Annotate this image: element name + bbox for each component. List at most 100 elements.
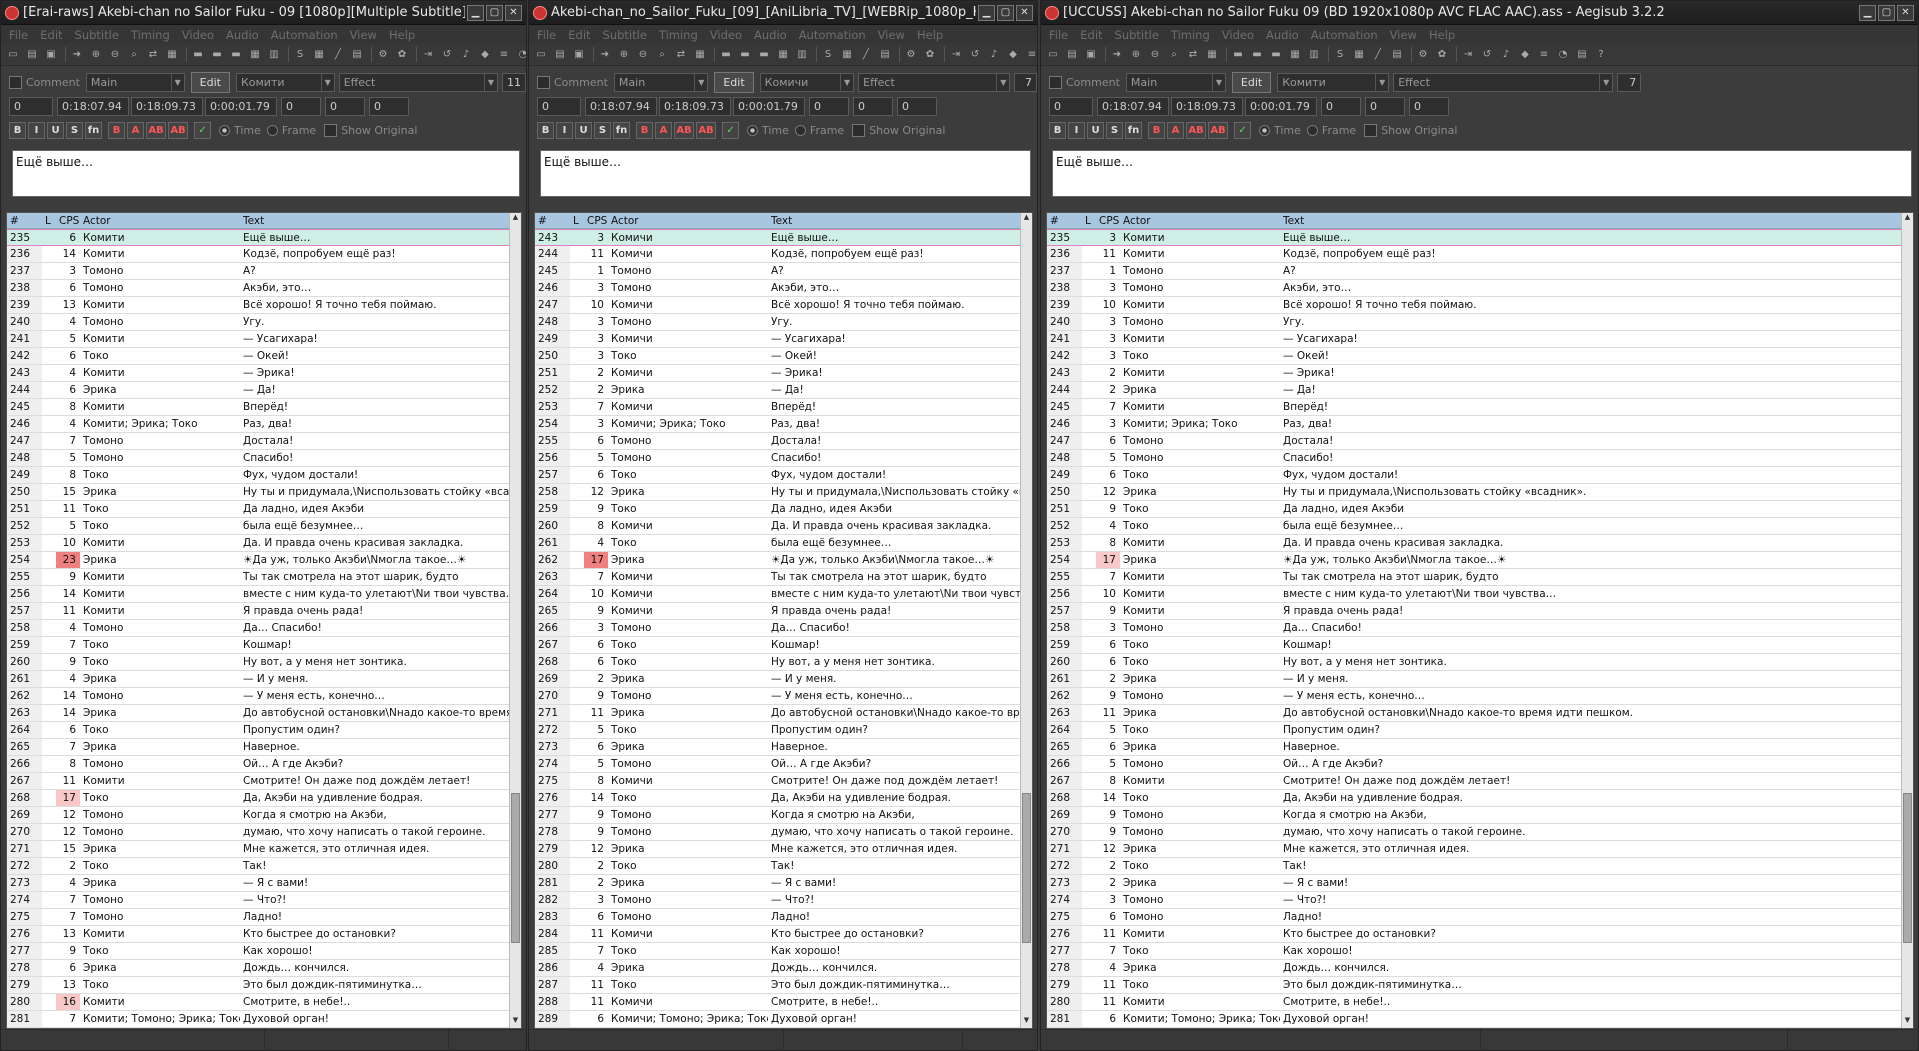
end-time-field[interactable]: 0:18:09.73	[131, 96, 203, 116]
table-row[interactable]: 242 6 Токо — Окей!	[7, 348, 521, 365]
table-row[interactable]: 245 8 Комити Вперёд!	[7, 399, 521, 416]
font-button[interactable]: fn	[1125, 121, 1142, 139]
zoom-out-icon[interactable]: ⊖	[635, 47, 651, 63]
header-layer[interactable]: L	[42, 213, 56, 228]
table-row[interactable]: 254 17 Эрика ☀Да уж, только Акэби\Nмогла та…	[1047, 552, 1913, 569]
video-icon[interactable]: ▦	[164, 47, 180, 63]
commit-button[interactable]: ✓	[194, 121, 211, 139]
scroll-down-icon[interactable]: ▼	[1021, 1016, 1032, 1028]
table-row[interactable]: 259 9 Токо Да ладно, идея Акэби	[535, 501, 1032, 518]
menu-file[interactable]: File	[1049, 28, 1068, 42]
save-icon[interactable]: ▣	[571, 47, 587, 63]
scroll-thumb[interactable]	[511, 793, 520, 943]
table-row[interactable]: 241 3 Комити — Усагихара!	[1047, 331, 1913, 348]
table-row[interactable]: 248 5 Томоно Спасибо!	[7, 450, 521, 467]
style-icon[interactable]: ▬	[190, 47, 206, 63]
table-row[interactable]: 244 2 Эрика — Да!	[1047, 382, 1913, 399]
table-row[interactable]: 248 5 Томоно Спасибо!	[1047, 450, 1913, 467]
header-num[interactable]: #	[1047, 213, 1082, 228]
table-row[interactable]: 276 14 Токо Да, Акэби на удивление бодрая.	[535, 790, 1032, 807]
table-row[interactable]: 277 7 Токо Как хорошо!	[1047, 943, 1913, 960]
maximize-button[interactable]: ▢	[486, 4, 503, 21]
table-row[interactable]: 255 7 Комити Ты так смотрела на этот шарик,…	[1047, 569, 1913, 586]
secondary-color-button[interactable]: A	[127, 121, 144, 139]
translation-icon[interactable]: ▤	[877, 47, 893, 63]
strikeout-button[interactable]: S	[66, 121, 83, 139]
margin-left-field[interactable]: 0	[281, 96, 321, 116]
menu-file[interactable]: File	[9, 28, 28, 42]
table-row[interactable]: 252 2 Эрика — Да!	[535, 382, 1032, 399]
spell-check-icon[interactable]: S	[1332, 47, 1348, 63]
table-row[interactable]: 242 3 Токо — Окей!	[1047, 348, 1913, 365]
menu-audio[interactable]: Audio	[1266, 28, 1299, 42]
margin-left-field[interactable]: 0	[1321, 96, 1361, 116]
table-row[interactable]: 281 6 Комити; Томоно; Эрика; Токо Духовой о…	[1047, 1011, 1913, 1028]
help-icon[interactable]: ?	[1593, 47, 1609, 63]
header-cps[interactable]: CPS	[584, 213, 608, 228]
snap-icon[interactable]: ≡	[1536, 47, 1552, 63]
snap-icon[interactable]: ≡	[496, 47, 512, 63]
fonts-icon[interactable]: ▦	[1287, 47, 1303, 63]
time-radio[interactable]	[1259, 124, 1270, 136]
table-row[interactable]: 245 7 Комити Вперёд!	[1047, 399, 1913, 416]
header-num[interactable]: #	[535, 213, 570, 228]
table-row[interactable]: 270 9 Томоно думаю, что хочу написать о так…	[1047, 824, 1913, 841]
secondary-color-button[interactable]: A	[1167, 121, 1184, 139]
effect-combo[interactable]: Effect ▼	[338, 72, 498, 92]
automation-icon[interactable]: ⚙	[903, 47, 919, 63]
maximize-button[interactable]: ▢	[997, 4, 1014, 21]
style-combo[interactable]: Main ▼	[85, 72, 185, 92]
menu-video[interactable]: Video	[182, 28, 214, 42]
table-row[interactable]: 285 7 Токо Как хорошо!	[535, 943, 1032, 960]
snap-icon[interactable]: ≡	[1024, 47, 1037, 63]
table-row[interactable]: 262 14 Томоно — У меня есть, конечно…	[7, 688, 521, 705]
table-row[interactable]: 250 12 Эрика Ну ты и придумала,\Nиспользова…	[1047, 484, 1913, 501]
table-row[interactable]: 257 11 Комити Я правда очень рада!	[7, 603, 521, 620]
table-row[interactable]: 261 4 Эрика — И у меня.	[7, 671, 521, 688]
spell-check-icon[interactable]: S	[292, 47, 308, 63]
styles-manager-icon[interactable]: ▬	[1249, 47, 1265, 63]
table-row[interactable]: 243 4 Комити — Эрика!	[7, 365, 521, 382]
subtitle-grid[interactable]: # L CPS Actor Text 235 3 Комити Ещё выше… 236 11 Ко…	[1046, 212, 1914, 1029]
menu-timing[interactable]: Timing	[1171, 28, 1210, 42]
table-row[interactable]: 278 6 Эрика Дождь… кончился.	[7, 960, 521, 977]
table-row[interactable]: 249 3 Комичи — Усагихара!	[535, 331, 1032, 348]
open-file-icon[interactable]: ▤	[24, 47, 40, 63]
table-row[interactable]: 236 14 Комити Кодзё, попробуем ещё раз!	[7, 246, 521, 263]
table-row[interactable]: 239 13 Комити Всё хорошо! Я точно тебя пойм…	[7, 297, 521, 314]
table-row[interactable]: 252 4 Токо была ещё безумнее…	[1047, 518, 1913, 535]
show-original-checkbox[interactable]	[324, 123, 338, 137]
table-row[interactable]: 279 11 Токо Это был дождик-пятиминутка…	[1047, 977, 1913, 994]
scroll-thumb[interactable]	[1022, 793, 1031, 943]
menu-edit[interactable]: Edit	[568, 28, 590, 42]
resample-icon[interactable]: ╱	[1370, 47, 1386, 63]
minimize-button[interactable]: ▁	[1859, 4, 1876, 21]
outline-color-button[interactable]: AB	[674, 121, 694, 139]
style-icon[interactable]: ▬	[718, 47, 734, 63]
table-row[interactable]: 287 11 Токо Это был дождик-пятиминутка…	[535, 977, 1032, 994]
karaoke-icon[interactable]: ♪	[458, 47, 474, 63]
grid-scrollbar[interactable]: ▲ ▼	[509, 213, 521, 1028]
menu-automation[interactable]: Automation	[1311, 28, 1378, 42]
preferences-icon[interactable]: ▤	[1574, 47, 1590, 63]
table-row[interactable]: 255 6 Томоно Достала!	[535, 433, 1032, 450]
menu-subtitle[interactable]: Subtitle	[1115, 28, 1159, 42]
subtitle-grid[interactable]: # L CPS Actor Text 243 3 Комичи Ещё выше… 244 11 Ко…	[534, 212, 1033, 1029]
menu-edit[interactable]: Edit	[40, 28, 62, 42]
table-row[interactable]: 280 2 Токо Так!	[535, 858, 1032, 875]
table-row[interactable]: 268 17 Токо Да, Акэби на удивление бодрая.	[7, 790, 521, 807]
table-row[interactable]: 281 7 Комити; Томоно; Эрика; Токо Духовой о…	[7, 1011, 521, 1028]
table-row[interactable]: 277 9 Токо Как хорошо!	[7, 943, 521, 960]
table-row[interactable]: 265 6 Эрика Наверное.	[1047, 739, 1913, 756]
menu-subtitle[interactable]: Subtitle	[75, 28, 119, 42]
replace-icon[interactable]: ⇄	[673, 47, 689, 63]
header-text[interactable]: Text	[768, 213, 1022, 228]
zoom-in-icon[interactable]: ⊕	[88, 47, 104, 63]
asset-icon[interactable]: ✿	[922, 47, 938, 63]
show-original-checkbox[interactable]	[1364, 123, 1378, 137]
new-file-icon[interactable]: ▭	[1045, 47, 1061, 63]
header-actor[interactable]: Actor	[608, 213, 768, 228]
table-row[interactable]: 286 4 Эрика Дождь… кончился.	[535, 960, 1032, 977]
table-row[interactable]: 244 11 Комичи Кодзё, попробуем ещё раз!	[535, 246, 1032, 263]
zoom-in-icon[interactable]: ⊕	[1128, 47, 1144, 63]
